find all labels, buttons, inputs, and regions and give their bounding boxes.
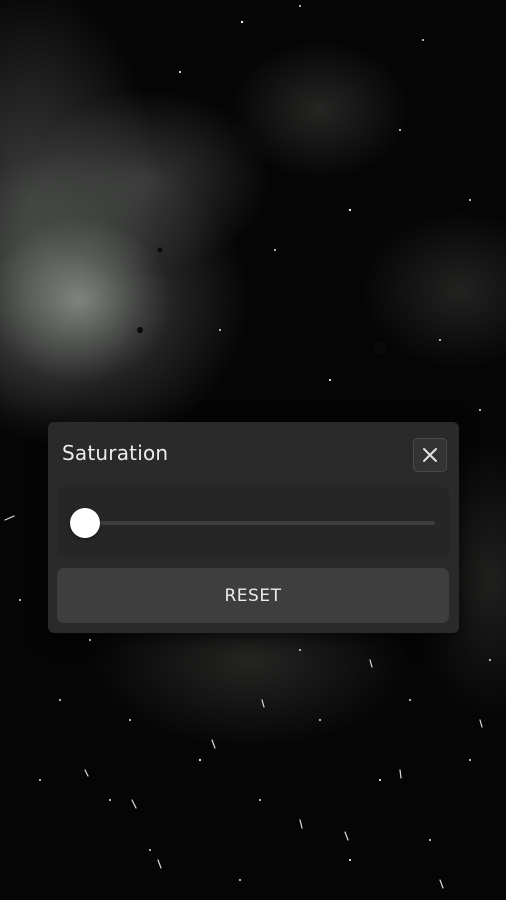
saturation-slider-panel	[57, 487, 449, 557]
wallpaper-screen: Saturation RESET	[0, 0, 506, 900]
reset-button[interactable]: RESET	[57, 568, 449, 623]
dialog-title: Saturation	[62, 441, 169, 465]
saturation-slider-track[interactable]	[70, 508, 435, 538]
dust-clouds	[137, 247, 386, 354]
close-x-icon	[423, 448, 437, 462]
saturation-dialog: Saturation RESET	[48, 422, 459, 633]
close-button[interactable]	[413, 438, 447, 472]
saturation-slider-thumb[interactable]	[70, 508, 100, 538]
